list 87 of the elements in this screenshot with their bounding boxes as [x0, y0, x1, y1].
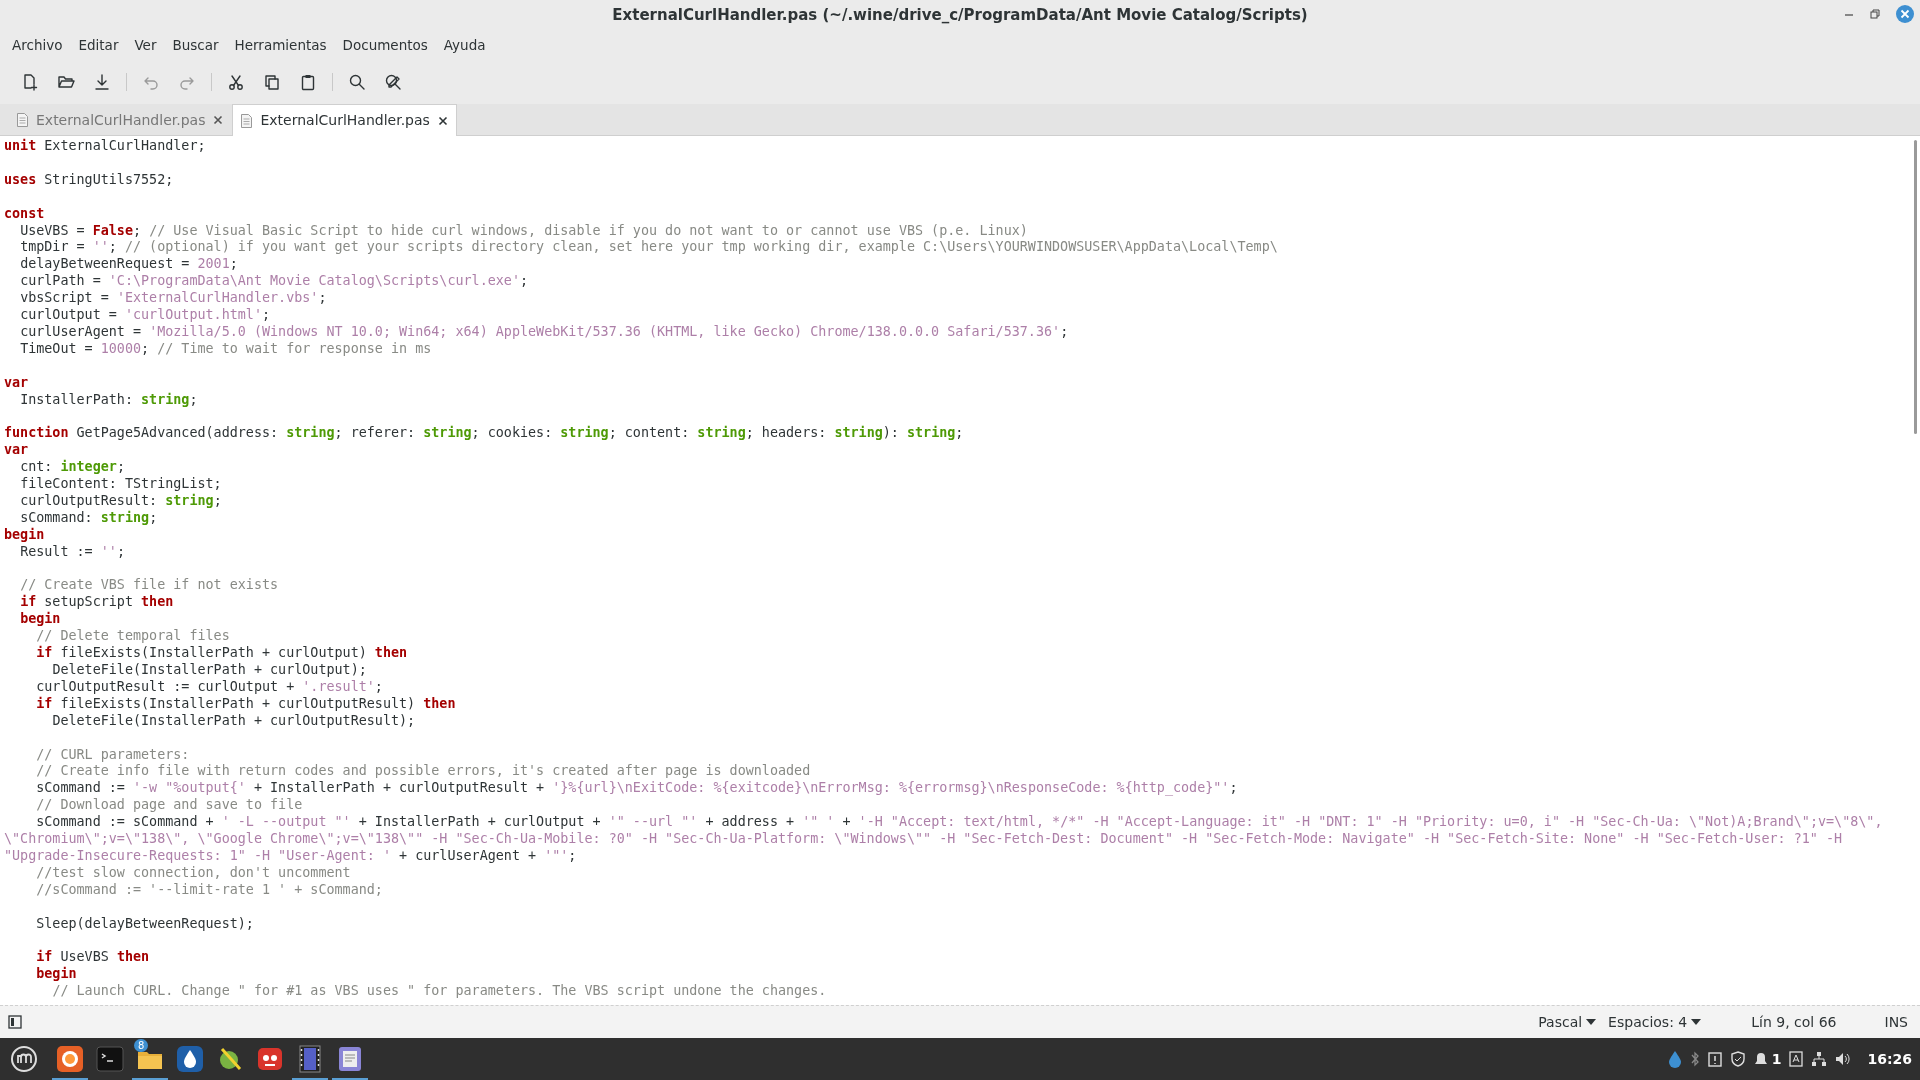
code-line: vbsScript = 'ExternalCurlHandler.vbs';	[19, 290, 328, 308]
code-line: var	[4, 374, 30, 392]
code-line: //sCommand := '--limit-rate 1 ' + sCommand;	[35, 881, 384, 899]
caret-icon	[1586, 1019, 1597, 1025]
code-line: curlPath = 'C:\ProgramData\Ant Movie Catalog\Scripts\curl.exe';	[19, 273, 530, 291]
copy-icon[interactable]	[263, 73, 281, 91]
code-line: unit ExternalCurlHandler;	[4, 138, 207, 155]
code-line: // CURL parameters:	[35, 746, 191, 764]
code-line: // Create info file with return codes and possible errors, it's created after page is downloaded	[35, 763, 812, 781]
notification-badge: 8	[134, 1039, 149, 1052]
code-line: begin	[19, 611, 62, 629]
menu-item[interactable]: Buscar	[164, 34, 227, 56]
keyboard-layout-icon	[1789, 1051, 1804, 1067]
droplet-icon	[1667, 1050, 1682, 1068]
code-line: // Create VBS file if not exists	[19, 577, 280, 594]
menu-item[interactable]: Editar	[70, 34, 127, 56]
cursor-position: Lín 9, col 66	[1751, 1012, 1837, 1032]
document-icon	[17, 113, 28, 127]
code-line: Sleep(delayBetweenRequest);	[35, 915, 255, 933]
open-folder-icon[interactable]	[57, 73, 75, 91]
code-line: function GetPage5Advanced(address: string; referer: string; cookies: string; content: string; headers: string): string;	[4, 425, 965, 443]
code-line: curlOutput = 'curlOutput.html';	[19, 307, 272, 324]
code-line: UseVBS = False; // Use Visual Basic Script to hide curl windows, disable if you do not want to or cannot use VBS (p.e. Linux)	[19, 222, 1029, 240]
volume-icon	[1835, 1051, 1852, 1067]
menu-item[interactable]: Ayuda	[435, 34, 494, 56]
code-line: sCommand: string;	[19, 509, 159, 527]
menu-item[interactable]: Ver	[126, 34, 165, 56]
code-line: DeleteFile(InstallerPath + curlOutput);	[51, 662, 368, 679]
code-line: // Download page and save to file	[35, 797, 304, 815]
maximize-icon[interactable]	[1870, 9, 1880, 19]
code-line: delayBetweenRequest = 2001;	[19, 256, 239, 274]
text-editor-icon[interactable]	[336, 1045, 364, 1073]
clock: 16:26	[1867, 1049, 1912, 1069]
code-line: sCommand := sCommand + ' -L --output "' + InstallerPath + curlOutput + '" --url "' + address + '" ' + '-H "Accept: text/html, */*" -H "Accept-Language: it" -H "DNT: 1" -H "Priority: u=0, i" -H "Sec-Ch-Ua: \"Not)A;Brand\";v=\"8\", \"Chromium\";v=\"138\", \"Google Chrome\";v=\"138\"" -H "Sec-Ch-Ua-Mobile: ?0" -H "Sec-Ch-Ua-Platform: \"Windows\"" -H "Sec-Fetch-Dest: Document" -H "Sec-Fetch-Mode: Navigate" -H "Sec-Fetch-Site: None" -H "Sec-Fetch-User: ?1" -H "Upgrade-Insecure-Requests: 1" -H "User-Agent: ' + curlUserAgent + '"';	[4, 814, 1884, 865]
new-document-icon[interactable]	[21, 73, 39, 91]
code-line: fileContent: TStringList;	[19, 476, 223, 493]
menu-item[interactable]: Documentos	[334, 34, 436, 56]
indentation-dropdown[interactable]: Espacios: 4	[1608, 1011, 1702, 1033]
code-line: Result := '';	[19, 543, 126, 561]
browser-icon[interactable]	[56, 1045, 84, 1073]
insert-mode: INS	[1884, 1012, 1908, 1032]
code-line: if UseVBS then	[35, 949, 151, 966]
code-line: curlOutputResult := curlOutput + '.result';	[35, 678, 384, 696]
network-icon	[1811, 1051, 1828, 1067]
document-icon	[241, 113, 253, 128]
code-line: // Launch CURL. Change " for #1 as VBS uses " for parameters. The VBS script undone the changes.	[51, 983, 828, 1001]
film-strip-icon[interactable]	[296, 1045, 324, 1073]
caret-icon	[1691, 1019, 1702, 1025]
sidebar-toggle-icon[interactable]	[8, 1015, 22, 1029]
droplet-icon[interactable]	[176, 1045, 204, 1073]
menu-item[interactable]: Archivo	[4, 34, 71, 56]
close-icon[interactable]	[213, 115, 224, 125]
code-line: uses StringUtils7552;	[4, 171, 175, 189]
file-tab[interactable]: ExternalCurlHandler.pas	[8, 104, 233, 135]
notification-count: 1	[1771, 1049, 1782, 1069]
terminal-icon[interactable]	[96, 1045, 124, 1073]
scissors-icon[interactable]	[227, 73, 245, 91]
code-line: DeleteFile(InstallerPath + curlOutputResult);	[51, 712, 417, 730]
code-line: const	[4, 205, 46, 223]
download-icon[interactable]	[93, 73, 111, 91]
code-line: begin	[35, 966, 78, 984]
code-line: //test slow connection, don't uncomment	[35, 864, 352, 882]
bell-icon	[1753, 1051, 1768, 1067]
code-line: if fileExists(InstallerPath + curlOutputResult) then	[35, 695, 457, 713]
code-line: InstallerPath: string;	[19, 391, 199, 409]
code-line: begin	[4, 526, 46, 544]
code-line: // Delete temporal files	[35, 628, 231, 645]
search-icon[interactable]	[348, 73, 366, 91]
code-line: sCommand := '-w "%output{' + InstallerPath + curlOutputResult + '}%{url}\nExitCode: %{exitcode}\nErrorMsg: %{errormsg}\nResponseCode: %{http_code}"';	[35, 780, 1239, 798]
start-menu-icon[interactable]	[10, 1045, 38, 1073]
code-line: TimeOut = 10000; // Time to wait for response in ms	[19, 340, 433, 358]
close-icon[interactable]	[437, 115, 448, 126]
code-line: if setupScript then	[19, 594, 175, 611]
bluetooth-icon	[1689, 1051, 1700, 1067]
language-dropdown[interactable]: Pascal	[1538, 1011, 1597, 1033]
code-line: tmpDir = ''; // (optional) if you want get your scripts directory clean, set here your tmp working dir, example C:\Users\YOURWINDOWSUSER\AppData\Local\Temp\	[19, 239, 1279, 257]
shield-icon	[1729, 1051, 1746, 1067]
file-tab[interactable]: ExternalCurlHandler.pas	[232, 104, 457, 136]
code-line: var	[4, 442, 30, 460]
code-line: curlUserAgent = 'Mozilla/5.0 (Windows NT 10.0; Win64; x64) AppleWebKit/537.36 (KHTML, like Gecko) Chrome/138.0.0.0 Safari/537.36';	[19, 323, 1070, 341]
code-line: cnt: integer;	[19, 459, 126, 477]
menu-item[interactable]: Herramientas	[226, 34, 335, 56]
scrollbar-thumb[interactable]	[1914, 140, 1917, 434]
code-line: if fileExists(InstallerPath + curlOutput) then	[35, 645, 409, 662]
code-line: curlOutputResult: string;	[19, 492, 223, 510]
search-replace-icon[interactable]	[384, 73, 402, 91]
window-title: ExternalCurlHandler.pas (~/.wine/drive_c/ProgramData/Ant Movie Catalog/Scripts)	[612, 4, 1308, 26]
